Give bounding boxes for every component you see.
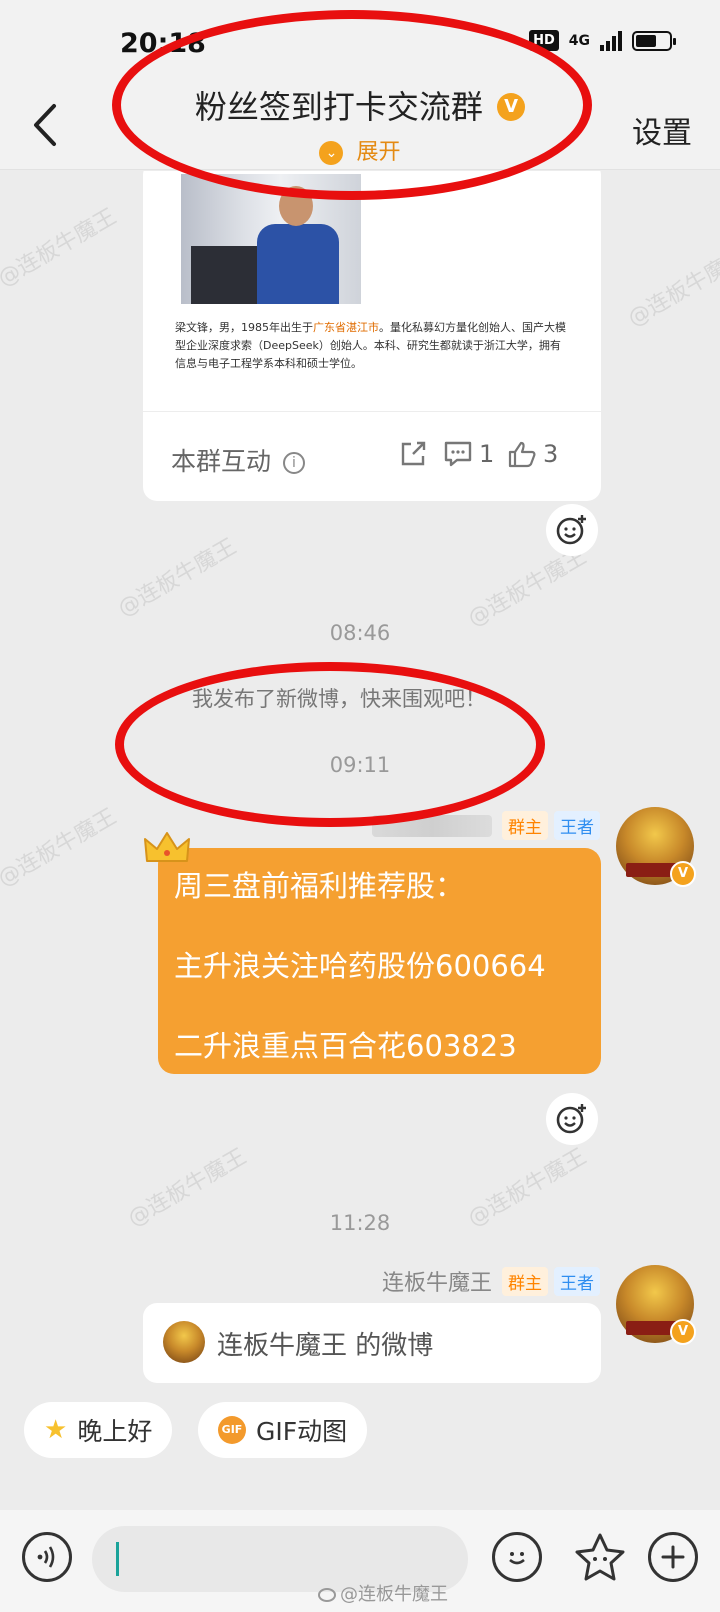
weibo-card-label: 连板牛魔王 的微博 (217, 1331, 434, 1361)
comment-icon (444, 441, 472, 467)
add-reaction-button[interactable] (546, 504, 598, 556)
like-button[interactable]: 3 (507, 440, 558, 468)
sender-info: 连板牛魔王 群主 王者 (382, 1265, 600, 1297)
comment-count: 1 (479, 440, 495, 468)
post-text: 梁文锋，男，1985年出生于广东省湛江市。量化私募幻方量化创始人、国产大模型企业… (175, 321, 566, 370)
message-bubble[interactable]: 周三盘前福利推荐股： 主升浪关注哈药股份600664 二升浪重点百合花60382… (158, 848, 601, 1074)
add-reaction-button[interactable] (546, 1093, 598, 1145)
owner-tag: 群主 (502, 811, 548, 840)
group-interaction[interactable]: 本群互动 i (171, 442, 305, 478)
quick-reply-gif[interactable]: GIF GIF动图 (198, 1402, 368, 1458)
share-icon (401, 441, 426, 466)
annotation-circle (115, 662, 545, 827)
avatar[interactable]: V (616, 1265, 696, 1345)
message-line: 二升浪重点百合花603823 (174, 1029, 517, 1063)
weibo-logo-icon (318, 1588, 336, 1602)
sticker-button[interactable] (572, 1530, 628, 1586)
message-line: 主升浪关注哈药股份600664 (174, 949, 546, 983)
verified-badge-icon: V (670, 1319, 696, 1345)
thumbs-up-icon (508, 441, 536, 468)
quick-reply-greeting[interactable]: ★ 晚上好 (24, 1402, 173, 1458)
comment-button[interactable]: 1 (443, 440, 494, 468)
verified-badge-icon: V (670, 861, 696, 887)
smiley-icon (509, 1552, 525, 1565)
star-face-icon: ★ (44, 1415, 68, 1445)
signal-icon (600, 30, 622, 51)
timestamp: 11:28 (329, 1211, 391, 1235)
info-icon: i (282, 452, 305, 474)
smiley-plus-icon (556, 515, 586, 545)
timestamp: 08:46 (329, 621, 391, 645)
sender-name: 连板牛魔王 (381, 1271, 492, 1296)
battery-icon (632, 30, 676, 51)
weibo-share-card[interactable]: 连板牛魔王 的微博 (143, 1303, 601, 1383)
post-footer: 本群互动 i 1 3 (143, 411, 601, 491)
voice-button[interactable] (22, 1532, 72, 1582)
share-button[interactable] (399, 440, 427, 468)
voice-icon (37, 1546, 55, 1568)
bottom-watermark: @连板牛魔王 (318, 1580, 448, 1606)
star-sticker-icon (575, 1533, 625, 1581)
annotation-circle (112, 10, 592, 200)
network-type: 4G (568, 32, 590, 49)
shared-post-card[interactable]: 梁文锋，男，1985年出生于广东省湛江市。量化私募幻方量化创始人、国产大模型企业… (143, 171, 601, 501)
message-line: 周三盘前福利推荐股： (174, 869, 465, 903)
avatar[interactable]: V (616, 807, 696, 887)
mini-avatar (163, 1321, 205, 1363)
rank-tag: 王者 (554, 1266, 600, 1296)
rank-tag: 王者 (554, 811, 600, 840)
more-button[interactable] (648, 1532, 698, 1582)
crown-icon (144, 832, 190, 862)
text-cursor (116, 1542, 119, 1576)
settings-button[interactable]: 设置 (632, 108, 692, 152)
system-indicators: HD 4G (529, 30, 676, 51)
plus-icon (661, 1545, 685, 1569)
owner-tag: 群主 (502, 1266, 548, 1296)
gif-icon: GIF (218, 1416, 246, 1444)
like-count: 3 (543, 440, 559, 468)
emoji-button[interactable] (492, 1532, 542, 1582)
smiley-plus-icon (556, 1104, 586, 1134)
